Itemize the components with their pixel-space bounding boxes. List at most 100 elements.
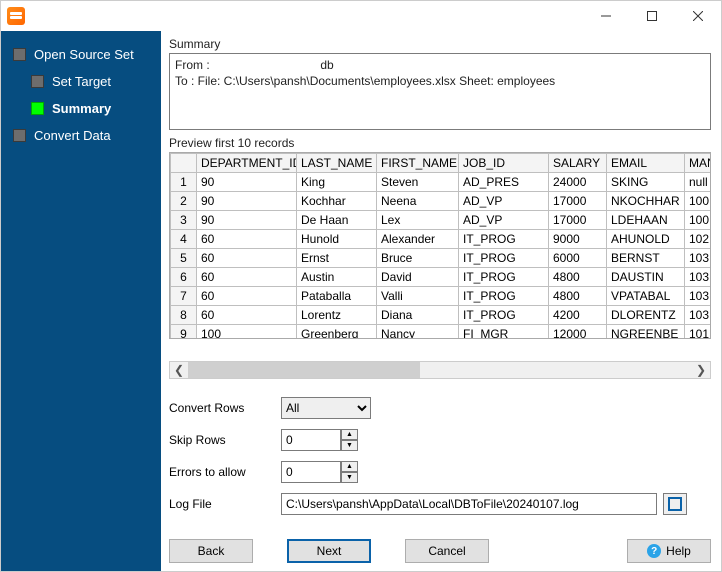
step-box-icon [31,75,44,88]
titlebar [1,1,721,31]
table-row[interactable]: 390De HaanLexAD_VP17000LDEHAAN100 [171,210,712,229]
col-header[interactable]: LAST_NAME [297,153,377,172]
cell: Ernst [297,248,377,267]
wizard-sidebar: Open Source Set Set Target Summary Conve… [1,31,161,571]
cell: 100 [685,191,712,210]
cell: NKOCHHAR [607,191,685,210]
cell: Austin [297,267,377,286]
help-icon: ? [647,544,661,558]
errors-down[interactable]: ▼ [341,472,358,483]
cell: 60 [197,248,297,267]
browse-logfile-button[interactable] [663,493,687,515]
cell: 60 [197,305,297,324]
cell: 102 [685,229,712,248]
cell: Nancy [377,324,459,339]
cell: 6000 [549,248,607,267]
cell: IT_PROG [459,286,549,305]
sidebar-item-label: Set Target [52,74,111,89]
cancel-button[interactable]: Cancel [405,539,489,563]
next-button[interactable]: Next [287,539,371,563]
table-row[interactable]: 760PataballaValliIT_PROG4800VPATABAL103 [171,286,712,305]
row-number: 8 [171,305,197,324]
cell: 9000 [549,229,607,248]
table-row[interactable]: 290KochharNeenaAD_VP17000NKOCHHAR100 [171,191,712,210]
cell: De Haan [297,210,377,229]
step-box-icon [13,129,26,142]
sidebar-item-label: Open Source Set [34,47,134,62]
cell: Pataballa [297,286,377,305]
cell: IT_PROG [459,267,549,286]
cell: 90 [197,210,297,229]
skip-rows-down[interactable]: ▼ [341,440,358,451]
preview-heading: Preview first 10 records [169,136,711,150]
cell: NGREENBE [607,324,685,339]
cell: 4200 [549,305,607,324]
sidebar-item-summary[interactable]: Summary [9,95,161,122]
scroll-left-icon[interactable]: ❮ [170,363,188,377]
row-header-blank [171,153,197,172]
back-button[interactable]: Back [169,539,253,563]
sidebar-item-convert-data[interactable]: Convert Data [9,122,161,149]
maximize-button[interactable] [629,1,675,31]
cell: 103 [685,305,712,324]
close-button[interactable] [675,1,721,31]
scroll-thumb[interactable] [188,362,420,378]
row-number: 2 [171,191,197,210]
errors-allow-label: Errors to allow [169,465,281,479]
table-row[interactable]: 460HunoldAlexanderIT_PROG9000AHUNOLD102 [171,229,712,248]
cell: DAUSTIN [607,267,685,286]
convert-rows-select[interactable]: All [281,397,371,419]
row-number: 3 [171,210,197,229]
help-label: Help [666,544,691,558]
table-row[interactable]: 560ErnstBruceIT_PROG6000BERNST103 [171,248,712,267]
cell: 60 [197,286,297,305]
scroll-right-icon[interactable]: ❯ [692,363,710,377]
row-number: 5 [171,248,197,267]
step-box-icon [13,48,26,61]
summary-box: From : db To : File: C:\Users\pansh\Docu… [169,53,711,130]
help-button[interactable]: ? Help [627,539,711,563]
cell: AD_VP [459,210,549,229]
col-header[interactable]: JOB_ID [459,153,549,172]
minimize-button[interactable] [583,1,629,31]
table-row[interactable]: 860LorentzDianaIT_PROG4200DLORENTZ103 [171,305,712,324]
cell: 103 [685,267,712,286]
errors-up[interactable]: ▲ [341,461,358,472]
sidebar-item-label: Summary [52,101,111,116]
convert-rows-label: Convert Rows [169,401,281,415]
col-header[interactable]: SALARY [549,153,607,172]
app-icon [7,7,25,25]
skip-rows-input[interactable] [281,429,341,451]
summary-to-line: To : File: C:\Users\pansh\Documents\empl… [175,73,705,89]
errors-allow-input[interactable] [281,461,341,483]
preview-table: DEPARTMENT_ID LAST_NAME FIRST_NAME JOB_I… [169,152,711,339]
table-row[interactable]: 9100GreenbergNancyFI_MGR12000NGREENBE101 [171,324,712,339]
col-header[interactable]: MANAG [685,153,712,172]
logfile-label: Log File [169,497,281,511]
cell: Steven [377,172,459,191]
table-row[interactable]: 190KingStevenAD_PRES24000SKINGnull [171,172,712,191]
cell: DLORENTZ [607,305,685,324]
horizontal-scrollbar[interactable]: ❮ ❯ [169,361,711,379]
cell: Neena [377,191,459,210]
col-header[interactable]: EMAIL [607,153,685,172]
cell: FI_MGR [459,324,549,339]
cell: BERNST [607,248,685,267]
sidebar-item-set-target[interactable]: Set Target [9,68,161,95]
cell: AD_PRES [459,172,549,191]
cell: AHUNOLD [607,229,685,248]
cell: null [685,172,712,191]
cell: Kochhar [297,191,377,210]
cell: 24000 [549,172,607,191]
summary-from-label: From : [175,58,210,72]
table-row[interactable]: 660AustinDavidIT_PROG4800DAUSTIN103 [171,267,712,286]
logfile-input[interactable] [281,493,657,515]
sidebar-item-open-source-set[interactable]: Open Source Set [9,41,161,68]
skip-rows-up[interactable]: ▲ [341,429,358,440]
cell: IT_PROG [459,248,549,267]
cell: Lorentz [297,305,377,324]
row-number: 6 [171,267,197,286]
cell: AD_VP [459,191,549,210]
col-header[interactable]: DEPARTMENT_ID [197,153,297,172]
col-header[interactable]: FIRST_NAME [377,153,459,172]
